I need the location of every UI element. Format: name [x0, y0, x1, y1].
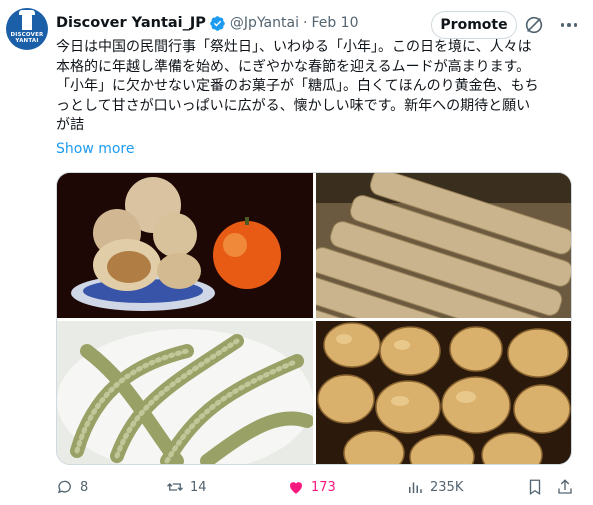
avatar[interactable]: DISCOVER YANTAI: [6, 8, 48, 50]
like-button[interactable]: 173: [287, 476, 336, 498]
separator-dot: ·: [302, 15, 308, 31]
grok-icon[interactable]: [523, 14, 545, 36]
reply-count: 8: [80, 479, 89, 495]
candy-bowl-photo[interactable]: [57, 173, 313, 318]
photo-icon: [316, 321, 571, 464]
tweet-actions: 8 14 173 235K: [56, 476, 576, 498]
media-grid: [56, 172, 572, 465]
author-name[interactable]: Discover Yantai_JP: [56, 15, 206, 31]
like-count: 173: [311, 479, 336, 495]
author-handle[interactable]: @JpYantai: [230, 15, 299, 31]
more-options-icon[interactable]: [556, 14, 582, 36]
tweet-header: Discover Yantai_JP @JpYantai · Feb 10: [56, 12, 359, 34]
bookmark-button[interactable]: [526, 476, 550, 498]
melon-candy-pile-photo[interactable]: [316, 321, 571, 464]
photo-icon: [316, 173, 571, 318]
repost-icon: [167, 483, 183, 491]
sesame-sticks-photo[interactable]: [316, 173, 571, 318]
lighthouse-icon: [19, 10, 35, 30]
photo-icon: [57, 173, 313, 318]
share-icon: [558, 479, 572, 494]
views-count: 235K: [430, 479, 464, 495]
verified-badge-icon: [210, 15, 225, 31]
show-more-link[interactable]: Show more: [56, 141, 135, 157]
bookmark-icon: [529, 479, 541, 496]
views-button[interactable]: 235K: [406, 476, 463, 498]
sesame-candy-plate-photo[interactable]: [57, 321, 313, 464]
photo-icon: [57, 321, 313, 464]
repost-count: 14: [190, 479, 207, 495]
avatar-brand-text: DISCOVER YANTAI: [10, 32, 44, 44]
share-button[interactable]: [556, 476, 580, 498]
reply-button[interactable]: 8: [56, 476, 88, 498]
tweet-date[interactable]: Feb 10: [311, 15, 358, 31]
reply-icon: [57, 480, 71, 494]
tweet-text: 今日は中国の民間行事「祭灶日」、いわゆる「小年」。この日を境に、人々は 本格的に…: [56, 39, 539, 134]
promote-button[interactable]: Promote: [431, 11, 517, 39]
repost-button[interactable]: 14: [166, 476, 207, 498]
analytics-icon: [409, 482, 422, 493]
heart-icon: [290, 482, 302, 494]
